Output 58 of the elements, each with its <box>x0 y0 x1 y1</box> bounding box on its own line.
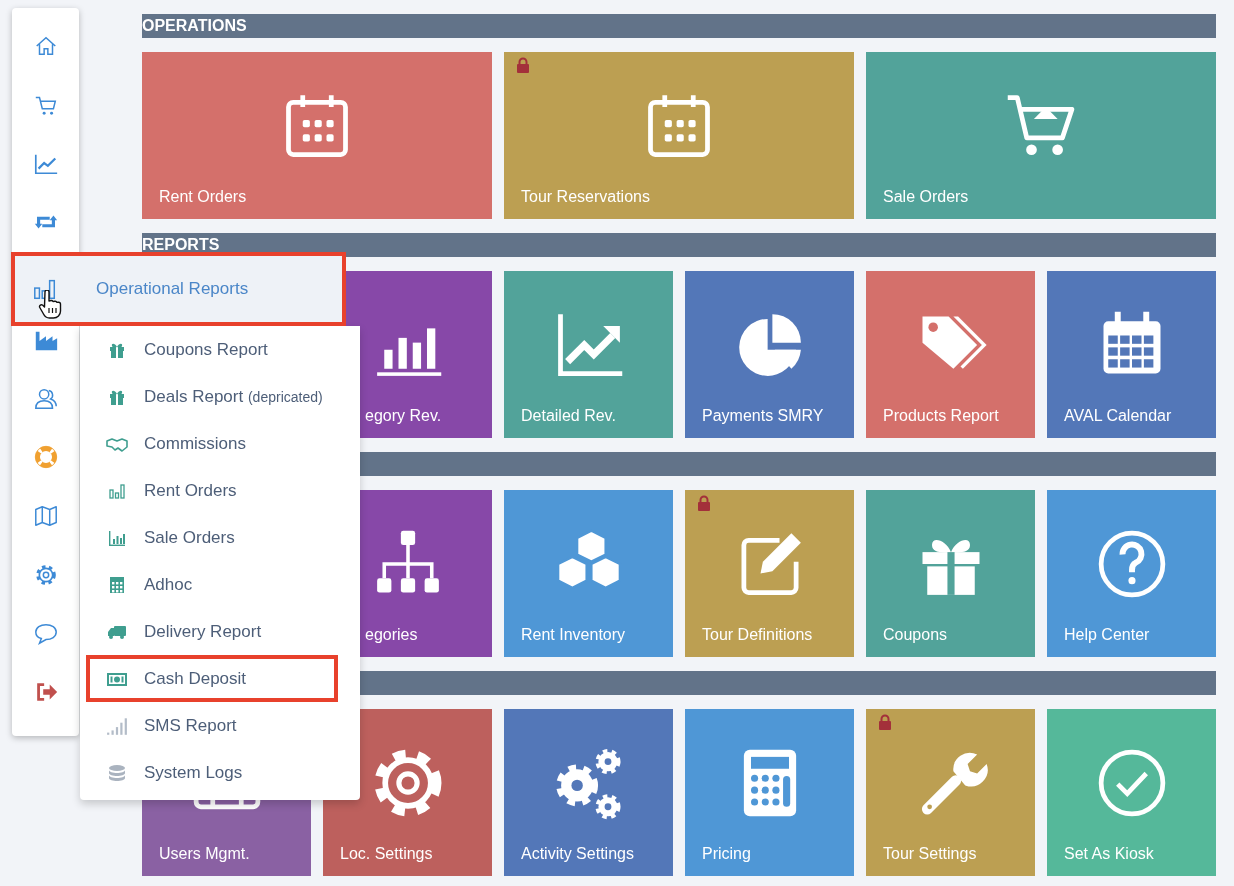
menu-header-item[interactable]: Operational Reports <box>11 252 346 326</box>
tile-label: Tour Reservations <box>520 188 650 207</box>
menu-item-label: Commissions <box>144 433 247 454</box>
dashboard-tile[interactable]: Activity Settings <box>504 709 673 876</box>
bar-chart-icon <box>108 528 126 547</box>
tile-label: Help Center <box>1063 626 1150 645</box>
tile-label: Detailed Rev. <box>520 407 616 426</box>
dashboard-tile[interactable]: Pricing <box>685 709 854 876</box>
menu-item-label: Coupons Report <box>144 339 268 360</box>
tile-label: Payments SMRY <box>701 407 824 426</box>
dashboard-tile[interactable]: Payments SMRY <box>685 271 854 438</box>
tile-label: Sale Orders <box>882 188 969 207</box>
tile-label: Coupons <box>882 626 948 645</box>
tile-label: Tour Definitions <box>701 626 813 645</box>
dashboard-tile[interactable]: Detailed Rev. <box>504 271 673 438</box>
dashboard-tile[interactable]: Tour Settings <box>866 709 1035 876</box>
menu-item-label: Sale Orders <box>144 527 235 548</box>
tile-label: Tour Settings <box>882 845 977 864</box>
tile-label: AVAL Calendar <box>1063 407 1172 426</box>
menu-item-label: Rent Orders <box>144 480 237 501</box>
tile-label: egory Rev. <box>364 407 442 426</box>
lifebuoy-icon[interactable] <box>32 444 59 471</box>
dashboard-tile[interactable]: Coupons <box>866 490 1035 657</box>
tile-label: egories <box>364 626 418 645</box>
section-title: REPORTS <box>142 235 220 255</box>
dashboard-tile[interactable]: Set As Kiosk <box>1047 709 1216 876</box>
section-title: OPERATIONS <box>142 16 247 36</box>
menu-item[interactable]: Cash Deposit <box>86 655 338 702</box>
dashboard-tile[interactable]: Rent Inventory <box>504 490 673 657</box>
menu-item-label: System Logs <box>144 762 243 783</box>
dashboard-tile[interactable]: AVAL Calendar <box>1047 271 1216 438</box>
menu-item-label: Adhoc <box>144 574 193 595</box>
menu-item-label: Deals Report (depricated) <box>144 386 323 407</box>
hand-cursor-icon <box>38 290 62 320</box>
dashboard-tile[interactable]: Rent Orders <box>142 52 492 219</box>
tile-label: Users Mgmt. <box>158 845 250 864</box>
database-icon <box>107 762 127 783</box>
tile-label: Set As Kiosk <box>1063 845 1154 864</box>
tile-label: Activity Settings <box>520 845 634 864</box>
tile-label: Rent Inventory <box>520 626 626 645</box>
lock-icon <box>516 57 530 73</box>
dashboard-tile[interactable]: Tour Definitions <box>685 490 854 657</box>
bar-chart-icon <box>108 481 126 500</box>
menu-item-label: SMS Report <box>144 715 237 736</box>
menu-item-label: Delivery Report <box>144 621 262 642</box>
tile-label: Loc. Settings <box>339 845 433 864</box>
menu-item-label: Cash Deposit <box>144 668 247 689</box>
lock-icon <box>878 714 892 730</box>
tile-label: Pricing <box>701 845 751 864</box>
dashboard-tile[interactable]: Help Center <box>1047 490 1216 657</box>
menu-header-label: Operational Reports <box>96 279 249 299</box>
dashboard-tile[interactable]: Sale Orders <box>866 52 1216 219</box>
calculator-grid-icon <box>108 575 126 594</box>
tile-label: Products Report <box>882 407 999 426</box>
tile-label: Rent Orders <box>158 188 247 207</box>
dashboard-tile[interactable]: Products Report <box>866 271 1035 438</box>
dashboard-tile[interactable]: Tour Reservations <box>504 52 854 219</box>
lock-icon <box>697 495 711 511</box>
